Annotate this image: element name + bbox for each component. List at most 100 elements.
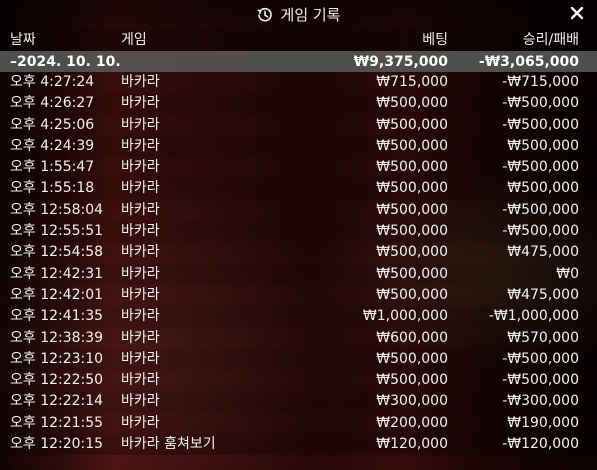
column-header-bet: 베팅 [422, 32, 448, 48]
history-row[interactable]: 오후 12:54:58 바카라 ₩500,000 ₩475,000 [0, 242, 597, 264]
history-row[interactable]: 오후 12:22:50 바카라 ₩500,000 -₩500,000 [0, 370, 597, 392]
row-time: 오후 12:20:15 [10, 436, 104, 453]
title-group: 게임 기록 [257, 4, 341, 25]
history-icon [257, 7, 273, 23]
row-time: 오후 12:22:50 [10, 372, 104, 389]
history-row[interactable]: 오후 4:26:27 바카라 ₩500,000 -₩500,000 [0, 93, 597, 115]
row-time: 오후 1:55:18 [10, 180, 95, 197]
history-row[interactable]: 오후 12:42:31 바카라 ₩500,000 ₩0 [0, 263, 597, 285]
history-row[interactable]: 오후 12:20:15 바카라 훔쳐보기 ₩120,000 -₩120,000 [0, 434, 597, 456]
history-row[interactable]: 오후 1:55:47 바카라 ₩500,000 -₩500,000 [0, 157, 597, 179]
row-bet: ₩500,000 [376, 116, 448, 133]
summary-date: –2024. 10. 10. [10, 54, 121, 70]
history-row[interactable]: 오후 4:27:24 바카라 ₩715,000 -₩715,000 [0, 72, 597, 94]
title-bar: 게임 기록 [0, 0, 597, 29]
row-bet: ₩500,000 [376, 286, 448, 303]
row-result: ₩0 [556, 265, 579, 282]
row-time: 오후 12:42:31 [10, 265, 104, 282]
row-result: -₩500,000 [502, 223, 579, 240]
row-bet: ₩500,000 [376, 159, 448, 176]
row-bet: ₩200,000 [376, 414, 448, 431]
column-header-date: 날짜 [10, 32, 36, 48]
page-title: 게임 기록 [280, 6, 341, 24]
row-bet: ₩600,000 [376, 329, 448, 346]
row-game: 바카라 [121, 116, 160, 133]
row-result: -₩500,000 [502, 95, 579, 112]
row-game: 바카라 [121, 286, 160, 303]
row-bet: ₩500,000 [376, 180, 448, 197]
row-bet: ₩500,000 [376, 372, 448, 389]
row-time: 오후 12:23:10 [10, 350, 104, 367]
row-game: 바카라 [121, 180, 160, 197]
row-time: 오후 4:27:24 [10, 74, 95, 90]
row-time: 오후 1:55:47 [10, 159, 95, 176]
close-icon [569, 5, 585, 25]
row-time: 오후 12:54:58 [10, 244, 104, 261]
row-game: 바카라 [121, 223, 160, 240]
row-time: 오후 12:55:51 [10, 223, 104, 240]
history-row[interactable]: 오후 12:42:01 바카라 ₩500,000 ₩475,000 [0, 284, 597, 307]
history-list: 오후 4:27:24 바카라 ₩715,000 -₩715,000 오후 4:2… [0, 72, 597, 456]
row-result: ₩500,000 [507, 180, 579, 197]
table-header: 날짜 게임 베팅 승리/패배 [0, 29, 597, 51]
history-row[interactable]: 오후 12:23:10 바카라 ₩500,000 -₩500,000 [0, 348, 597, 371]
row-result: ₩570,000 [507, 329, 579, 346]
row-bet: ₩500,000 [376, 350, 448, 367]
row-time: 오후 4:25:06 [10, 116, 95, 133]
row-result: ₩475,000 [507, 244, 579, 261]
row-bet: ₩500,000 [376, 137, 448, 154]
history-row[interactable]: 오후 12:58:04 바카라 ₩500,000 -₩500,000 [0, 199, 597, 222]
row-game: 바카라 [121, 95, 160, 112]
row-game: 바카라 [121, 308, 160, 325]
row-bet: ₩715,000 [376, 74, 448, 90]
row-game: 바카라 [121, 201, 160, 218]
row-game: 바카라 훔쳐보기 [121, 436, 216, 453]
close-button[interactable] [568, 6, 586, 24]
row-time: 오후 12:41:35 [10, 308, 104, 325]
row-result: -₩120,000 [502, 436, 579, 453]
row-bet: ₩500,000 [376, 95, 448, 112]
row-game: 바카라 [121, 350, 160, 367]
row-time: 오후 4:24:39 [10, 137, 95, 154]
date-summary-row: –2024. 10. 10. ₩9,375,000 -₩3,065,000 [0, 51, 597, 72]
row-result: -₩300,000 [502, 393, 579, 410]
history-row[interactable]: 오후 12:55:51 바카라 ₩500,000 -₩500,000 [0, 221, 597, 243]
column-header-game: 게임 [121, 32, 147, 48]
history-row[interactable]: 오후 12:21:55 바카라 ₩200,000 ₩190,000 [0, 412, 597, 435]
row-bet: ₩500,000 [376, 201, 448, 218]
row-time: 오후 12:38:39 [10, 329, 104, 346]
row-bet: ₩300,000 [376, 393, 448, 410]
history-row[interactable]: 오후 12:38:39 바카라 ₩600,000 ₩570,000 [0, 327, 597, 349]
row-result: -₩715,000 [502, 74, 579, 90]
row-time: 오후 12:21:55 [10, 414, 104, 431]
history-row[interactable]: 오후 1:55:18 바카라 ₩500,000 ₩500,000 [0, 178, 597, 200]
row-game: 바카라 [121, 244, 160, 261]
row-game: 바카라 [121, 329, 160, 346]
history-row[interactable]: 오후 12:41:35 바카라 ₩1,000,000 -₩1,000,000 [0, 306, 597, 328]
row-result: -₩500,000 [502, 159, 579, 176]
column-header-result: 승리/패배 [522, 32, 579, 48]
row-time: 오후 4:26:27 [10, 95, 95, 112]
row-game: 바카라 [121, 393, 160, 410]
history-row[interactable]: 오후 4:24:39 바카라 ₩500,000 ₩500,000 [0, 135, 597, 158]
summary-result: -₩3,065,000 [478, 54, 579, 70]
row-bet: ₩500,000 [376, 265, 448, 282]
row-game: 바카라 [121, 265, 160, 282]
row-result: ₩190,000 [507, 414, 579, 431]
game-history-panel: 게임 기록 날짜 게임 베팅 승리/패배 –2024. 10. 10. ₩9,3… [0, 0, 597, 470]
row-bet: ₩500,000 [376, 223, 448, 240]
row-result: -₩500,000 [502, 350, 579, 367]
row-result: -₩500,000 [502, 372, 579, 389]
row-game: 바카라 [121, 137, 160, 154]
row-game: 바카라 [121, 159, 160, 176]
history-row[interactable]: 오후 4:25:06 바카라 ₩500,000 -₩500,000 [0, 114, 597, 136]
history-row[interactable]: 오후 12:22:14 바카라 ₩300,000 -₩300,000 [0, 391, 597, 413]
row-game: 바카라 [121, 414, 160, 431]
summary-bet: ₩9,375,000 [353, 54, 448, 70]
row-bet: ₩120,000 [376, 436, 448, 453]
row-result: -₩1,000,000 [488, 308, 579, 325]
row-time: 오후 12:58:04 [10, 201, 104, 218]
row-result: -₩500,000 [502, 201, 579, 218]
row-result: ₩475,000 [507, 286, 579, 303]
row-result: -₩500,000 [502, 116, 579, 133]
